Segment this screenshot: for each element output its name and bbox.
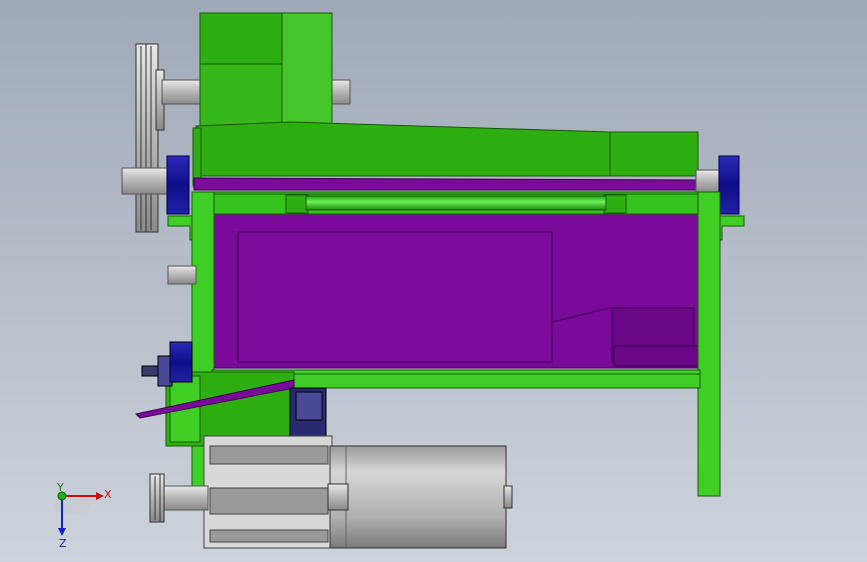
y-axis-label: Y (56, 481, 64, 494)
purple-strip (193, 177, 701, 191)
right-bearing (718, 155, 740, 215)
belt-guard (203, 435, 333, 549)
z-axis-label: Z (59, 537, 67, 550)
upper-pulley (135, 43, 165, 233)
purple-chamber (211, 211, 699, 369)
cad-viewport[interactable]: X Y Z (0, 0, 867, 562)
stub-shaft (167, 265, 197, 285)
drum-housing (192, 121, 699, 187)
left-bearing (166, 155, 190, 215)
hopper-box (199, 12, 333, 142)
coordinate-triad: X Y Z (54, 481, 112, 550)
x-axis-label: X (104, 488, 112, 501)
left-fitting (141, 341, 193, 387)
electric-motor (327, 445, 513, 549)
screen-roller (213, 193, 699, 215)
model-drawing: X Y Z (54, 12, 745, 550)
middle-shaft (121, 167, 175, 195)
